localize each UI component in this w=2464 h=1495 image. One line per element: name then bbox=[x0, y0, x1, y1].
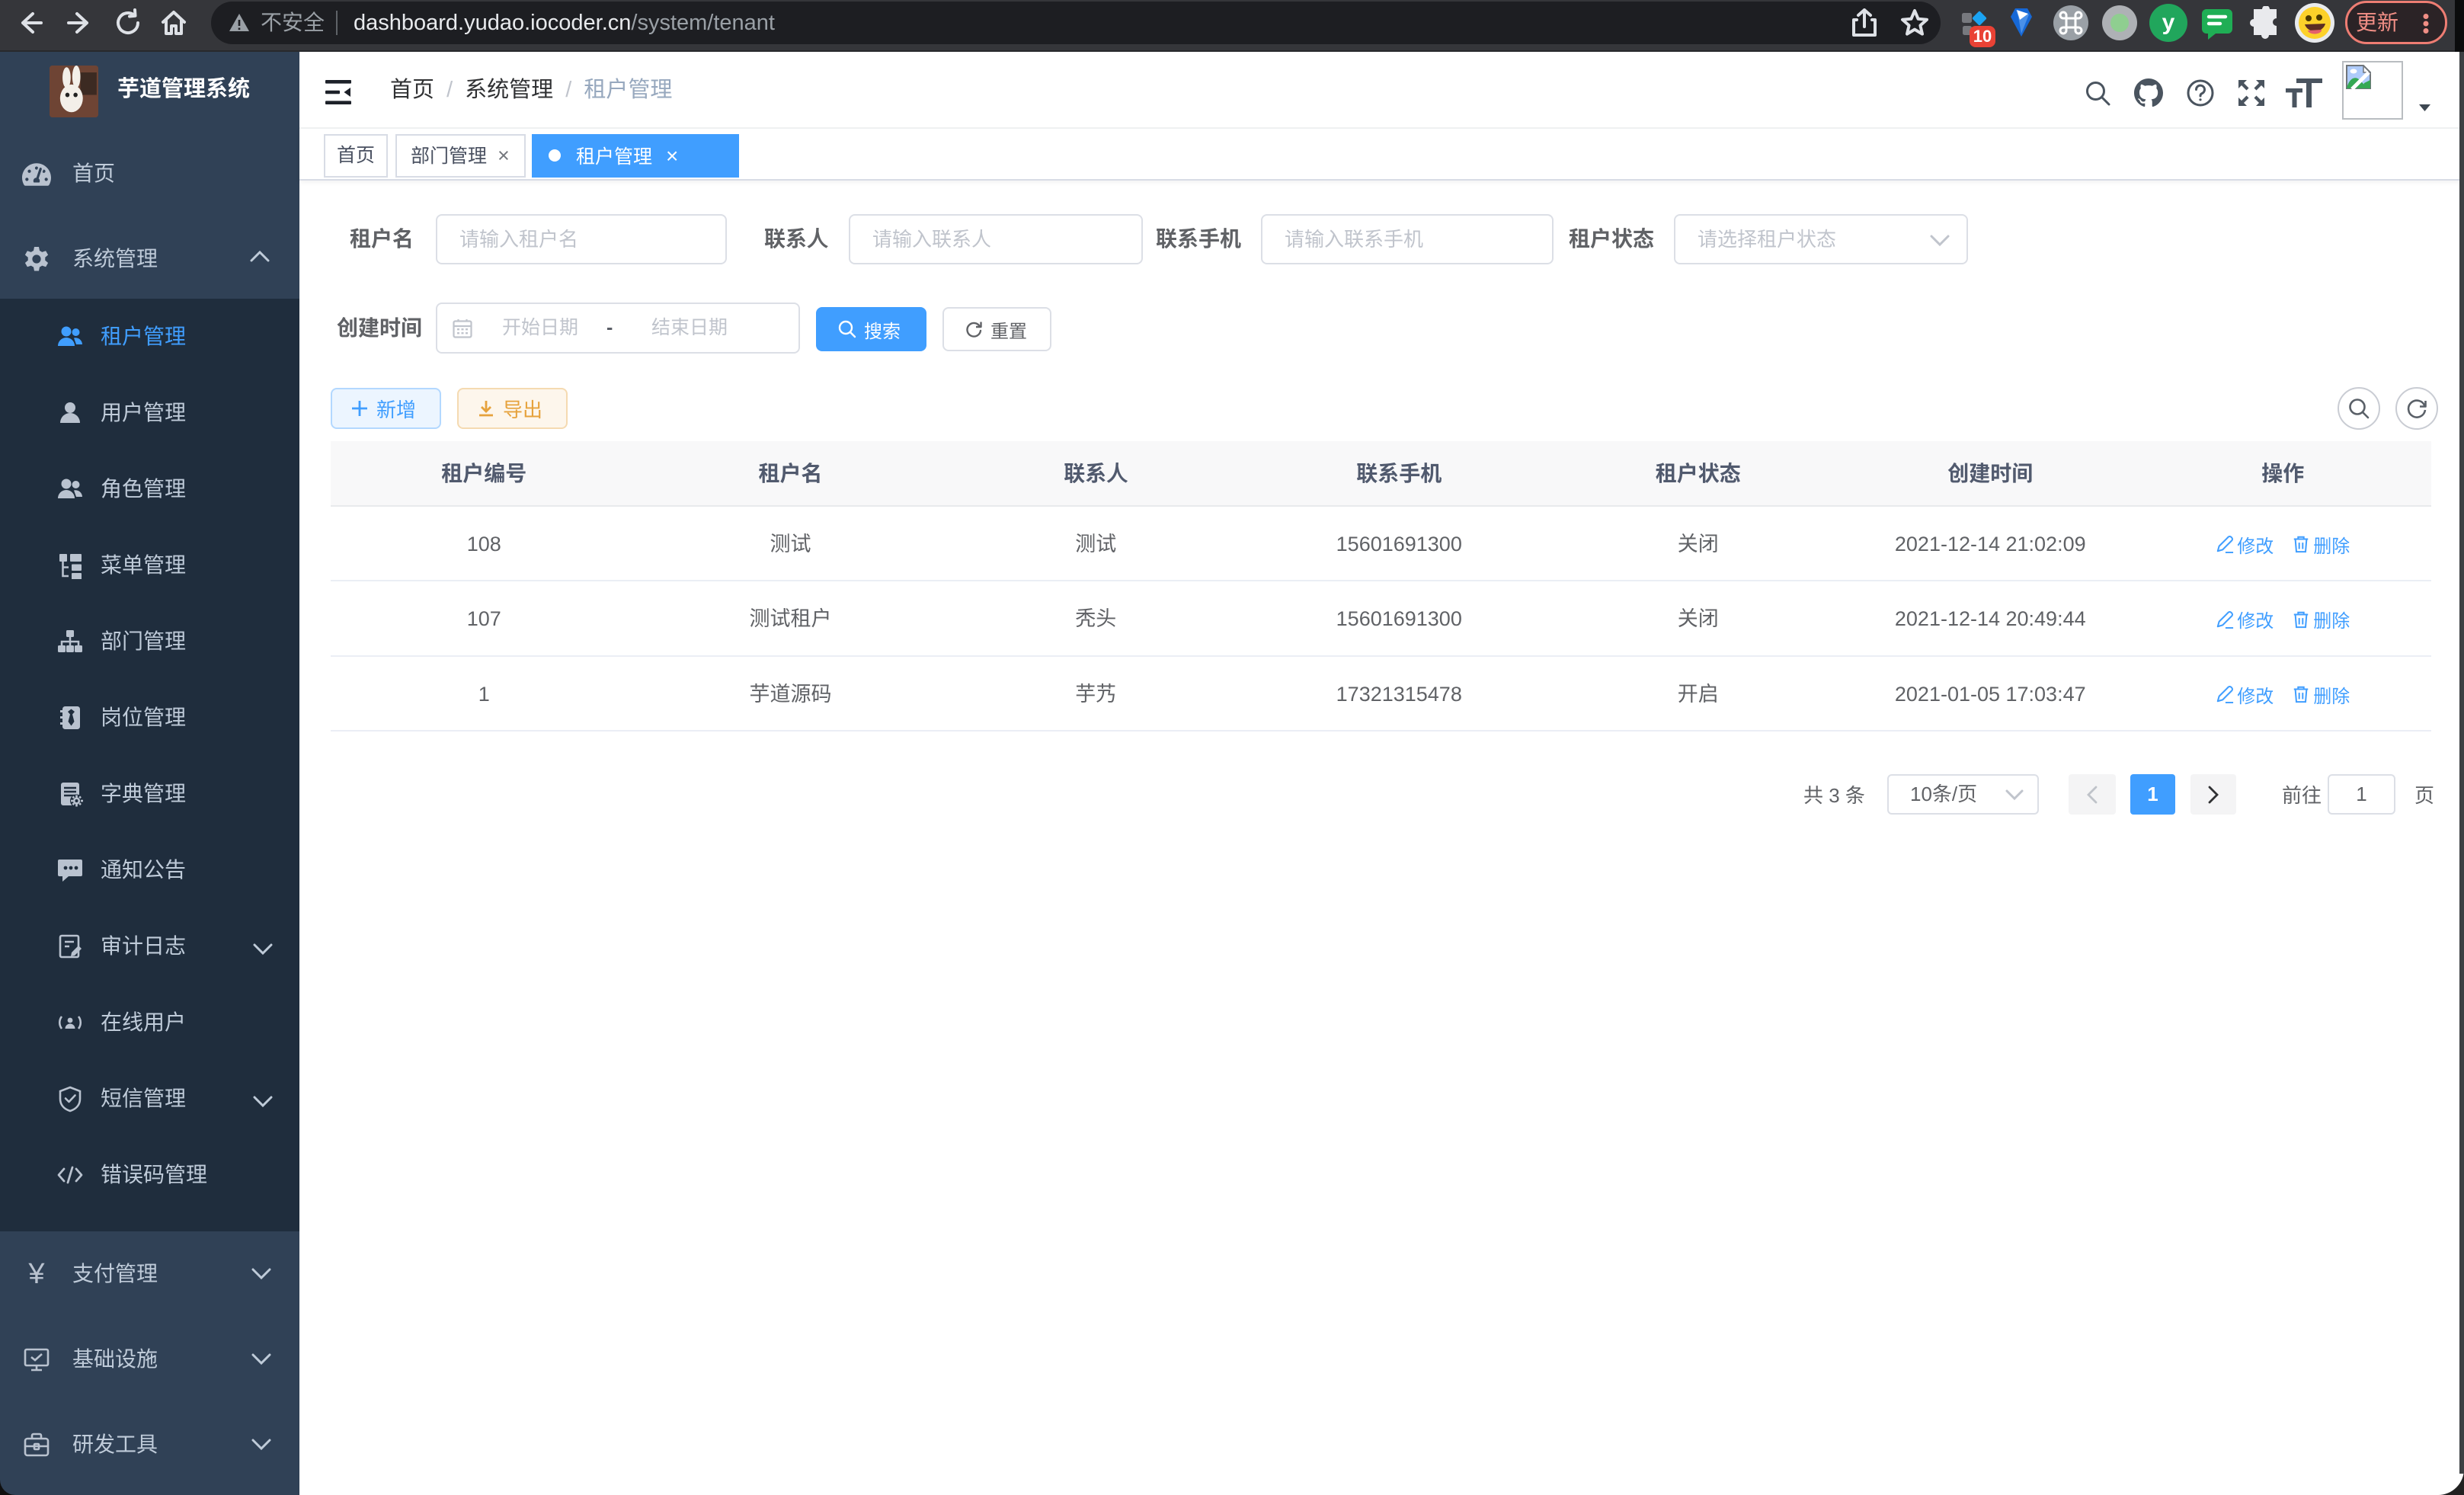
svg-text:¥: ¥ bbox=[27, 1260, 45, 1288]
